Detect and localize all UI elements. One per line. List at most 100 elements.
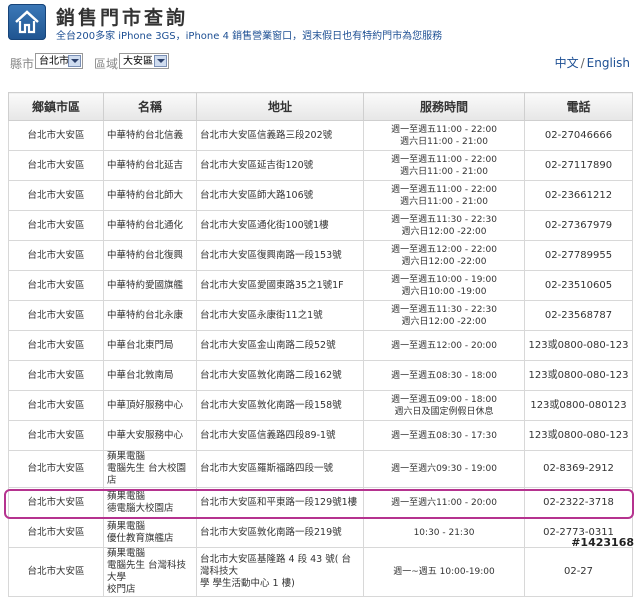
page-header: 銷售門市查詢 全台200多家 iPhone 3GS，iPhone 4 銷售營業窗… bbox=[8, 4, 632, 44]
cell-district: 台北市大安區 bbox=[8, 150, 104, 181]
table-row: 台北市大安區 中華特約台北信義 台北市大安區信義路三段202號 週一至週五11:00 … bbox=[8, 120, 633, 151]
city-select[interactable]: 台北市 bbox=[35, 53, 83, 69]
cell-hours: 週一至週五11:30 - 22:30 週六日12:00 -22:00 bbox=[363, 300, 525, 331]
lang-chinese-link[interactable]: 中文 bbox=[555, 56, 579, 70]
cell-address: 台北市大安區復興南路一段153號 bbox=[196, 240, 364, 271]
cell-name: 蘋果電腦 德電腦大校園店 bbox=[103, 487, 197, 518]
cell-address: 台北市大安區和平東路一段129號1樓 bbox=[196, 487, 364, 518]
cell-phone: 123或0800-080-123 bbox=[524, 420, 633, 451]
cell-address: 台北市大安區通化街100號1樓 bbox=[196, 210, 364, 241]
cell-name: 蘋果電腦 電腦先生 台大校園店 bbox=[103, 450, 197, 488]
cell-district: 台北市大安區 bbox=[8, 300, 104, 331]
cell-district: 台北市大安區 bbox=[8, 547, 104, 597]
header-hours: 服務時間 bbox=[363, 92, 525, 121]
cell-address: 台北市大安區信義路四段89-1號 bbox=[196, 420, 364, 451]
cell-hours: 週一至週五11:00 - 22:00 週六日11:00 - 21:00 bbox=[363, 180, 525, 211]
cell-address: 台北市大安區延吉街120號 bbox=[196, 150, 364, 181]
cell-district: 台北市大安區 bbox=[8, 210, 104, 241]
cell-hours: 週一至週六09:30 - 19:00 bbox=[363, 450, 525, 488]
cell-hours: 週一至週五09:00 - 18:00 週六日及國定例假日休息 bbox=[363, 390, 525, 421]
table-row: 台北市大安區 蘋果電腦 優仕教育旗艦店 台北市大安區敦化南路一段219號 10:30 … bbox=[8, 517, 633, 548]
lang-separator: / bbox=[580, 56, 585, 70]
cell-hours: 週一至週五11:00 - 22:00 週六日11:00 - 21:00 bbox=[363, 120, 525, 151]
cell-district: 台北市大安區 bbox=[8, 517, 104, 548]
cell-name: 中華特約愛國旗艦 bbox=[103, 270, 197, 301]
cell-name: 中華特約台北信義 bbox=[103, 120, 197, 151]
table-row: 台北市大安區 中華大安服務中心 台北市大安區信義路四段89-1號 週一至週五08:30… bbox=[8, 420, 633, 451]
header-district: 鄉鎮市區 bbox=[8, 92, 104, 121]
table-row: 台北市大安區 中華特約台北復興 台北市大安區復興南路一段153號 週一至週五12:00… bbox=[8, 240, 633, 271]
cell-hours: 週一至週五10:00 - 19:00 週六日10:00 -19:00 bbox=[363, 270, 525, 301]
cell-name: 中華頂好服務中心 bbox=[103, 390, 197, 421]
table-row: 台北市大安區 中華台北東門局 台北市大安區金山南路二段52號 週一至週五12:00 -… bbox=[8, 330, 633, 361]
header-address: 地址 bbox=[196, 92, 364, 121]
table-row: 台北市大安區 中華特約台北永康 台北市大安區永康街11之1號 週一至週五11:30 -… bbox=[8, 300, 633, 331]
table-header-row: 鄉鎮市區 名稱 地址 服務時間 電話 bbox=[8, 92, 633, 121]
cell-phone: 02-27046666 bbox=[524, 120, 633, 151]
header-name: 名稱 bbox=[103, 92, 197, 121]
table-row: 台北市大安區 中華特約台北通化 台北市大安區通化街100號1樓 週一至週五11:30 … bbox=[8, 210, 633, 241]
cell-address: 台北市大安區信義路三段202號 bbox=[196, 120, 364, 151]
table-row: 台北市大安區 蘋果電腦 德電腦大校園店 台北市大安區和平東路一段129號1樓 週一至週… bbox=[8, 487, 633, 518]
cell-name: 中華台北敦南局 bbox=[103, 360, 197, 391]
cell-district: 台北市大安區 bbox=[8, 330, 104, 361]
cell-address: 台北市大安區永康街11之1號 bbox=[196, 300, 364, 331]
table-row: 台北市大安區 蘋果電腦 電腦先生 台大校園店 台北市大安區羅斯福路四段一號 週一至週六… bbox=[8, 450, 633, 488]
page-title: 銷售門市查詢 bbox=[56, 7, 189, 29]
cell-address: 台北市大安區敦化南路一段219號 bbox=[196, 517, 364, 548]
city-select-value: 台北市 bbox=[39, 56, 69, 67]
cell-hours: 週一~週五 10:00-19:00 bbox=[363, 547, 525, 597]
language-switch: 中文 / English bbox=[555, 54, 630, 71]
home-icon bbox=[15, 10, 39, 34]
cell-phone: 02-23661212 bbox=[524, 180, 633, 211]
cell-hours: 週一至週五08:30 - 17:30 bbox=[363, 420, 525, 451]
cell-hours: 週一至週五11:00 - 22:00 週六日11:00 - 21:00 bbox=[363, 150, 525, 181]
cell-district: 台北市大安區 bbox=[8, 360, 104, 391]
cell-district: 台北市大安區 bbox=[8, 270, 104, 301]
cell-district: 台北市大安區 bbox=[8, 390, 104, 421]
district-label: 區域 bbox=[94, 57, 119, 71]
district-select[interactable]: 大安區 bbox=[119, 53, 169, 69]
cell-name: 中華大安服務中心 bbox=[103, 420, 197, 451]
table-row: 台北市大安區 中華頂好服務中心 台北市大安區敦化南路一段158號 週一至週五09:00… bbox=[8, 390, 633, 421]
cell-address: 台北市大安區敦化南路一段158號 bbox=[196, 390, 364, 421]
home-button[interactable] bbox=[8, 4, 46, 40]
cell-phone: 02-23568787 bbox=[524, 300, 633, 331]
cell-district: 台北市大安區 bbox=[8, 450, 104, 488]
cell-phone: 02-27367979 bbox=[524, 210, 633, 241]
cell-district: 台北市大安區 bbox=[8, 120, 104, 151]
cell-district: 台北市大安區 bbox=[8, 240, 104, 271]
cell-hours: 週一至週六11:00 - 20:00 bbox=[363, 487, 525, 518]
cell-phone: 123或0800-080-123 bbox=[524, 360, 633, 391]
cell-hours: 週一至週五12:00 - 20:00 bbox=[363, 330, 525, 361]
cell-district: 台北市大安區 bbox=[8, 180, 104, 211]
cell-phone: 123或0800-080123 bbox=[524, 390, 633, 421]
table-row: 台北市大安區 中華特約愛國旗艦 台北市大安區愛國東路35之1號1F 週一至週五10:0… bbox=[8, 270, 633, 301]
cell-hours: 週一至週五12:00 - 22:00 週六日12:00 -22:00 bbox=[363, 240, 525, 271]
cell-address: 台北市大安區羅斯福路四段一號 bbox=[196, 450, 364, 488]
chevron-down-icon bbox=[68, 55, 81, 67]
cell-address: 台北市大安區金山南路二段52號 bbox=[196, 330, 364, 361]
header-phone: 電話 bbox=[524, 92, 633, 121]
store-table: 鄉鎮市區 名稱 地址 服務時間 電話 台北市大安區 中華特約台北信義 台北市大安區信… bbox=[8, 92, 633, 597]
cell-address: 台北市大安區敦化南路二段162號 bbox=[196, 360, 364, 391]
cell-name: 中華特約台北復興 bbox=[103, 240, 197, 271]
table-body: 台北市大安區 中華特約台北信義 台北市大安區信義路三段202號 週一至週五11:00 … bbox=[8, 120, 633, 597]
cell-address: 台北市大安區師大路106號 bbox=[196, 180, 364, 211]
cell-phone: 02-2322-3718 bbox=[524, 487, 633, 518]
cell-phone: 02-27 bbox=[524, 547, 633, 597]
watermark: #1423168 bbox=[571, 536, 634, 549]
cell-phone: 02-27789955 bbox=[524, 240, 633, 271]
cell-name: 中華特約台北師大 bbox=[103, 180, 197, 211]
cell-phone: 123或0800-080-123 bbox=[524, 330, 633, 361]
cell-name: 蘋果電腦 電腦先生 台灣科技大學 校門店 bbox=[103, 547, 197, 597]
lang-english-link[interactable]: English bbox=[587, 56, 630, 70]
table-row: 台北市大安區 中華特約台北延吉 台北市大安區延吉街120號 週一至週五11:00 - … bbox=[8, 150, 633, 181]
district-select-value: 大安區 bbox=[123, 56, 153, 67]
cell-name: 中華特約台北通化 bbox=[103, 210, 197, 241]
city-label: 縣市 bbox=[10, 57, 35, 71]
cell-district: 台北市大安區 bbox=[8, 487, 104, 518]
cell-address: 台北市大安區基隆路 4 段 43 號( 台灣科技大 學 學生活動中心 1 樓) bbox=[196, 547, 364, 597]
cell-name: 蘋果電腦 優仕教育旗艦店 bbox=[103, 517, 197, 548]
cell-name: 中華台北東門局 bbox=[103, 330, 197, 361]
